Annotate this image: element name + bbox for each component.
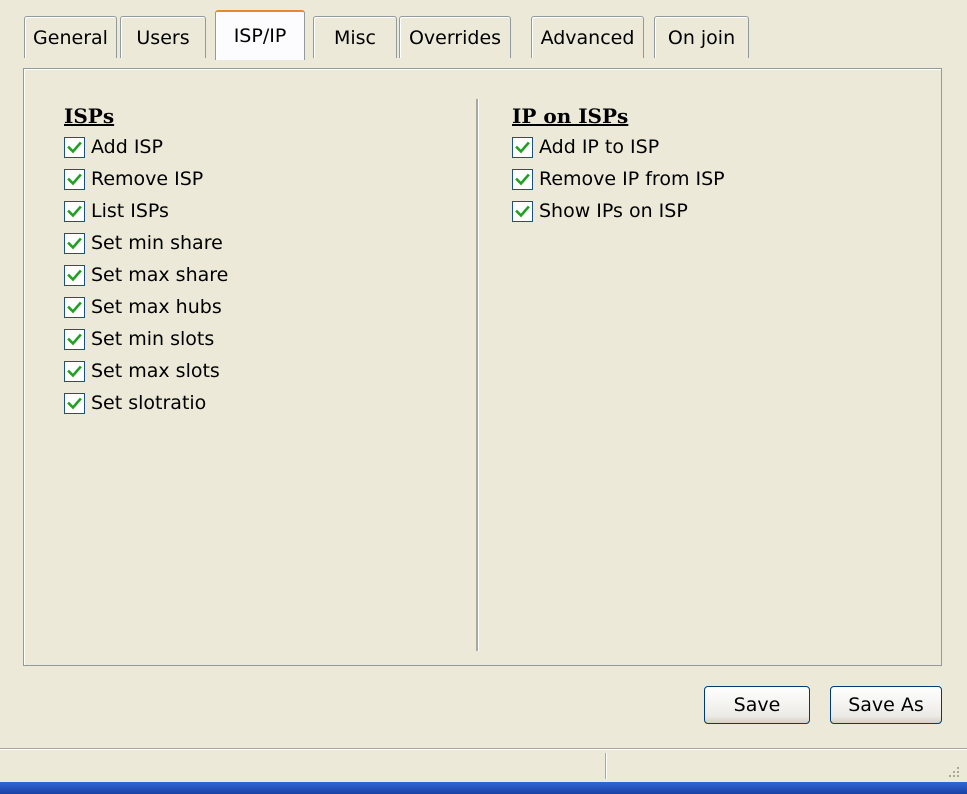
isp-checkbox-row[interactable]: Set min slots — [64, 323, 228, 355]
ip-on-isps-group: IP on ISPs Add IP to ISP Remove IP from I… — [512, 101, 725, 227]
checkmark-icon — [67, 205, 82, 217]
ip-checkbox-label: Show IPs on ISP — [539, 200, 688, 222]
tab-isp-ip[interactable]: ISP/IP — [215, 10, 305, 60]
checkmark-icon — [67, 301, 82, 313]
checkmark-icon — [515, 141, 530, 153]
isp-checkbox-label: List ISPs — [91, 200, 169, 222]
isp-checkbox-label: Set min share — [91, 232, 223, 254]
tab-users[interactable]: Users — [120, 16, 206, 58]
resize-grip-icon[interactable] — [945, 763, 961, 779]
isp-checkbox-label: Set max hubs — [91, 296, 222, 318]
ip-checkbox-row[interactable]: Remove IP from ISP — [512, 163, 725, 195]
tab-misc[interactable]: Misc — [313, 16, 397, 58]
ip-checkbox[interactable] — [512, 200, 533, 222]
checkmark-icon — [515, 173, 530, 185]
ip-checkbox-label: Add IP to ISP — [539, 136, 660, 158]
checkmark-icon — [67, 397, 82, 409]
isp-checkbox-label: Set slotratio — [91, 392, 207, 414]
isp-checkbox[interactable] — [64, 392, 85, 414]
isp-checkbox[interactable] — [64, 136, 85, 158]
ip-checkbox-row[interactable]: Add IP to ISP — [512, 131, 725, 163]
isp-checkbox-label: Add ISP — [91, 136, 163, 158]
tab-general[interactable]: General — [24, 16, 117, 58]
isp-checkbox-row[interactable]: Set max share — [64, 259, 228, 291]
isp-checkbox-row[interactable]: Remove ISP — [64, 163, 228, 195]
isp-checkbox-row[interactable]: Set min share — [64, 227, 228, 259]
isp-checkbox[interactable] — [64, 328, 85, 350]
isp-checkbox-row[interactable]: Add ISP — [64, 131, 228, 163]
isp-checkbox-label: Set max share — [91, 264, 229, 286]
status-bar — [0, 748, 967, 783]
isp-checkbox[interactable] — [64, 296, 85, 318]
ip-checkbox-label: Remove IP from ISP — [539, 168, 725, 190]
isp-checkbox-row[interactable]: Set slotratio — [64, 387, 228, 419]
tab-advanced[interactable]: Advanced — [531, 16, 644, 58]
isp-checkbox[interactable] — [64, 168, 85, 190]
checkmark-icon — [67, 237, 82, 249]
isp-checkbox-label: Set min slots — [91, 328, 215, 350]
checkmark-icon — [67, 365, 82, 377]
isp-checkbox[interactable] — [64, 200, 85, 222]
isp-checkbox-row[interactable]: Set max slots — [64, 355, 228, 387]
isps-group: ISPs Add ISP Remove ISP List ISPs Set min s… — [64, 101, 228, 419]
save-as-button[interactable]: Save As — [830, 686, 942, 724]
isp-checkbox-label: Set max slots — [91, 360, 220, 382]
ip-checkbox-row[interactable]: Show IPs on ISP — [512, 195, 725, 227]
ip-on-isps-group-title: IP on ISPs — [512, 104, 629, 128]
status-pane-separator — [605, 753, 607, 779]
checkmark-icon — [515, 205, 530, 217]
checkmark-icon — [67, 173, 82, 185]
taskbar-edge — [0, 782, 967, 794]
ip-on-isps-checkbox-list: Add IP to ISP Remove IP from ISP Show IPs … — [512, 131, 725, 227]
ip-checkbox[interactable] — [512, 136, 533, 158]
isp-checkbox-row[interactable]: Set max hubs — [64, 291, 228, 323]
tab-on-join[interactable]: On join — [654, 16, 749, 58]
isps-group-title: ISPs — [64, 104, 115, 128]
ip-checkbox[interactable] — [512, 168, 533, 190]
tab-panel-isp-ip: ISPs Add ISP Remove ISP List ISPs Set min s… — [23, 68, 942, 666]
isp-checkbox-row[interactable]: List ISPs — [64, 195, 228, 227]
isps-checkbox-list: Add ISP Remove ISP List ISPs Set min share S… — [64, 131, 228, 419]
tab-overrides[interactable]: Overrides — [399, 16, 511, 58]
save-button[interactable]: Save — [704, 686, 810, 724]
checkmark-icon — [67, 269, 82, 281]
checkmark-icon — [67, 141, 82, 153]
checkmark-icon — [67, 333, 82, 345]
column-divider — [476, 99, 479, 651]
isp-checkbox[interactable] — [64, 360, 85, 382]
isp-checkbox-label: Remove ISP — [91, 168, 204, 190]
isp-checkbox[interactable] — [64, 232, 85, 254]
isp-checkbox[interactable] — [64, 264, 85, 286]
